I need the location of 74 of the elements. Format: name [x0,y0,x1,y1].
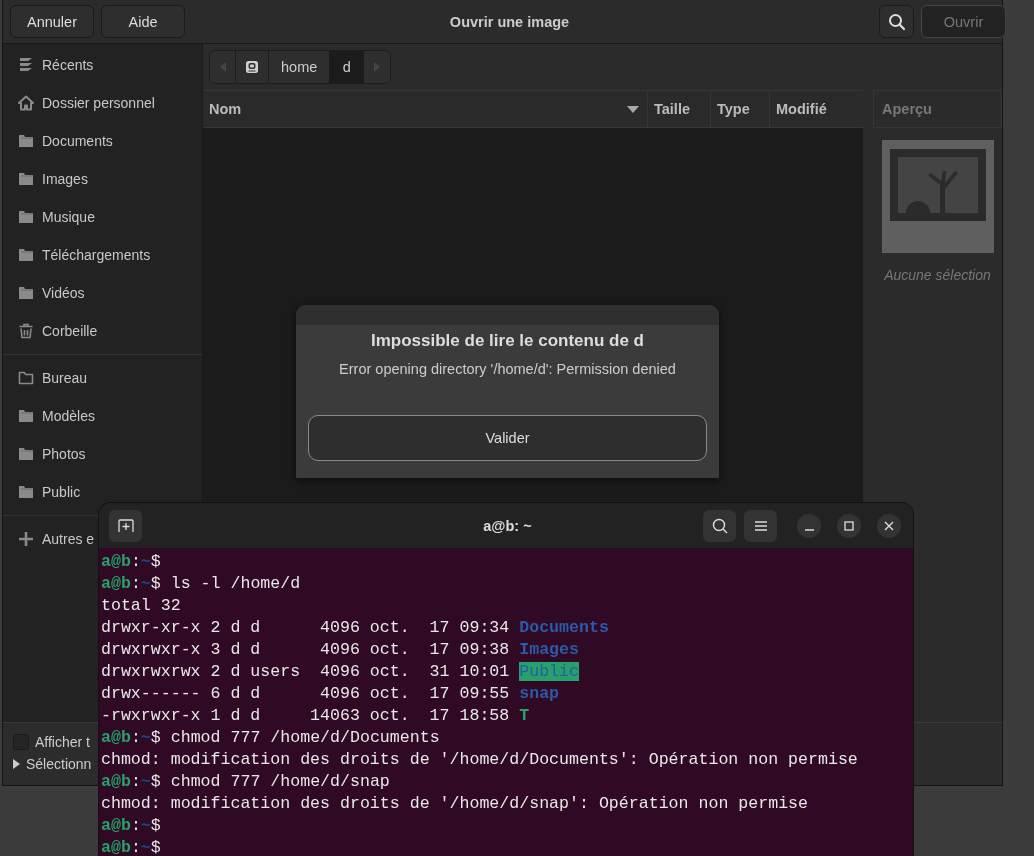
minimize-icon [804,528,814,531]
preview-header: Aperçu [873,90,1002,128]
expander-arrow-icon [13,759,20,769]
sidebar-item[interactable]: Public [18,480,81,504]
search-icon [711,517,728,534]
search-button[interactable] [879,5,914,38]
close-button[interactable] [877,513,901,538]
terminal-line: chmod: modification des droits de '/home/d/Documents': Opération non permise [101,749,859,771]
terminal-line: drwxrwxr-x 3 d d 4096 oct. 17 09:38 Images [101,639,580,661]
expander[interactable]: Sélectionn [13,753,92,775]
sidebar-item[interactable]: Photos [18,442,86,466]
sort-arrow-icon [627,105,639,113]
folder-icon [18,446,34,462]
sidebar-item[interactable]: Musique [18,205,95,229]
folder-icon [18,484,34,500]
terminal-line: a@b:~$ [101,551,162,573]
terminal-line: drwx------ 6 d d 4096 oct. 17 09:55 snap [101,683,561,705]
new-tab-icon [117,518,134,533]
help-button[interactable]: Aide [101,5,185,38]
column-header[interactable]: Type [711,91,770,127]
home-icon [18,95,34,111]
close-icon [884,520,894,531]
sidebar-item[interactable]: Bureau [18,366,88,390]
sidebar-item[interactable]: Récents [18,53,94,77]
sidebar-item[interactable]: Modèles [18,404,95,428]
trash-icon [18,323,34,339]
new-tab-button[interactable] [109,509,142,542]
terminal-line: a@b:~$ [101,837,162,856]
terminal-line: total 32 [101,595,182,617]
search-icon [887,12,906,31]
sidebar-item[interactable]: Images [18,167,88,191]
sidebar-item[interactable]: Autres e [18,527,95,551]
folder-icon [18,370,34,386]
folder-icon [18,209,34,225]
folder-icon [18,171,34,187]
folder-icon [18,285,34,301]
folder-icon [18,247,34,263]
sidebar-item[interactable]: Vidéos [18,281,85,305]
terminal-line: a@b:~$ chmod 777 /home/d/Documents [101,727,441,749]
terminal-line: drwxr-xr-x 2 d d 4096 oct. 17 09:34 Documents [101,617,610,639]
terminal-line: drwxrwxrwx 2 d users 4096 oct. 31 10:01 Public [101,661,580,683]
cancel-button[interactable]: Annuler [10,5,94,38]
maximize-icon [844,520,854,531]
sidebar-item[interactable]: Corbeille [18,319,98,343]
checkbox-label: Afficher t [35,734,90,750]
terminal-line: -rwxrwxr-x 1 d d 14063 oct. 17 18:58 T [101,705,531,727]
sidebar-item[interactable]: Documents [18,129,113,153]
sidebar-item[interactable]: Téléchargements [18,243,151,267]
terminal-line: a@b:~$ ls -l /home/d [101,573,302,595]
plus-icon [18,531,34,547]
folder-icon [18,133,34,149]
menu-icon [754,520,767,531]
minimize-button[interactable] [797,513,821,538]
dialog-message: Error opening directory '/home/d': Permission denied [339,361,676,377]
terminal-line: a@b:~$ chmod 777 /home/d/snap [101,771,391,793]
preview-caption: Aucune sélection [884,267,991,283]
terminal-line: a@b:~$ [101,815,162,837]
validate-button[interactable]: Valider [308,415,707,461]
search-button[interactable] [703,509,736,542]
image-placeholder-icon [881,140,994,253]
sidebar-item[interactable]: Dossier personnel [18,91,155,115]
window-title: Ouvrir une image [448,13,571,30]
terminal-line: chmod: modification des droits de '/home/d/snap': Opération non permise [101,793,809,815]
column-header[interactable]: Nom [203,91,648,127]
terminal-title: a@b: ~ [482,517,533,534]
dialog-title: Impossible de lire le contenu de d [371,331,644,351]
path-segment[interactable]: d [330,51,365,83]
menu-button[interactable] [744,509,777,542]
maximize-button[interactable] [837,513,861,538]
folder-icon [18,408,34,424]
column-header[interactable]: Taille [648,91,711,127]
column-header[interactable]: Modifié [770,91,863,127]
drive-icon [245,60,259,74]
recent-icon [18,57,34,73]
